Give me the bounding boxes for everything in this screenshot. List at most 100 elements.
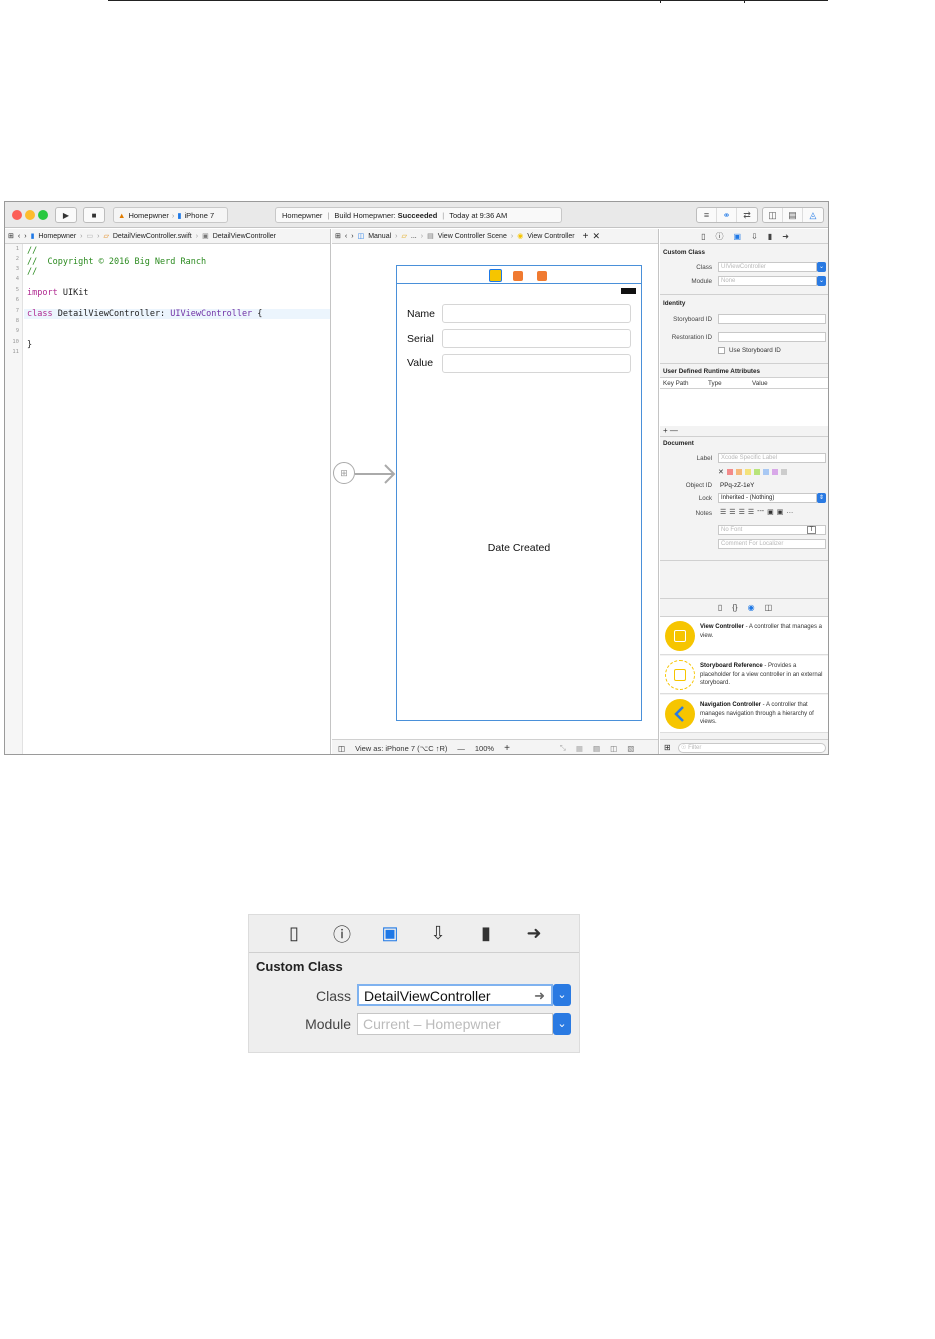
identity-inspector-icon[interactable]: ▣ [734,232,742,241]
runtime-attributes-table[interactable] [660,389,828,426]
back-icon[interactable]: ‹ [345,233,347,240]
no-color-icon[interactable]: ✕ [718,468,724,476]
related-items-icon[interactable]: ⊞ [8,232,14,240]
debug-toggle-icon[interactable]: ▤ [783,208,803,222]
dash-icon[interactable]: --- [757,508,764,516]
navigator-toggle-icon[interactable]: ◫ [763,208,783,222]
gray-swatch[interactable] [780,469,787,475]
class-field[interactable]: UIViewController [718,262,817,272]
purple-swatch[interactable] [771,469,778,475]
restoration-id-field[interactable] [718,332,826,342]
align-left-icon[interactable]: ☰ [720,508,726,516]
code-snippet-library-icon[interactable]: {} [732,603,737,612]
comment-field[interactable]: Comment For Localizer [718,539,826,549]
quick-help-icon[interactable]: ⓘ [328,921,356,947]
image-icon[interactable]: ▣ [777,508,784,516]
forward-icon[interactable]: › [24,233,26,240]
orange-swatch[interactable] [735,469,742,475]
quick-help-icon[interactable]: ⓘ [716,231,724,242]
storyboard-canvas[interactable]: ⊞ ‹ › ◫ Manual › ▱ ... › ▤ View Controll… [332,229,659,754]
module-field[interactable]: None [718,276,817,286]
color-picker-icon[interactable]: ▣ [767,508,774,516]
attributes-inspector-icon[interactable]: ⇩ [424,923,452,944]
label-color-swatches[interactable]: ✕ [718,468,787,476]
breadcrumb-ellipsis[interactable]: ... [411,233,417,240]
media-library-icon[interactable]: ◫ [765,603,773,612]
exit-icon[interactable] [537,271,547,281]
zoom-in-icon[interactable]: + [504,743,510,754]
resolve-issues-icon[interactable]: ▧ [627,744,634,753]
document-outline-toggle-icon[interactable]: ◫ [338,744,345,753]
view-controller-dock-icon[interactable] [489,269,502,282]
utilities-toggle-icon[interactable]: ◬ [803,208,823,222]
module-field[interactable]: Current – Homepwner [357,1013,553,1035]
forward-icon[interactable]: › [351,233,353,240]
module-dropdown-icon[interactable]: ⌄ [817,276,826,286]
xcode-label-field[interactable]: Xcode Specific Label [718,453,826,463]
breadcrumb-file[interactable]: DetailViewController.swift [113,233,192,240]
object-library-icon[interactable]: ◉ [748,603,755,612]
view-as-device[interactable]: View as: iPhone 7 (⌥C ↑R) [355,744,447,753]
view-controller-scene[interactable]: Name Serial Value Date Created [396,265,642,721]
class-field[interactable]: DetailViewController ➜ [357,984,553,1006]
update-frames-icon[interactable]: ⤡ [560,743,566,753]
lock-select[interactable]: Inherited - (Nothing) [718,493,817,503]
breadcrumb-class[interactable]: DetailViewController [213,233,276,240]
identity-inspector-icon[interactable]: ▣ [376,923,404,944]
class-dropdown-icon[interactable]: ⌄ [553,984,571,1006]
grid-view-icon[interactable]: ⊞ [664,743,671,752]
font-picker-icon[interactable]: T [807,526,816,534]
back-icon[interactable]: ‹ [18,233,20,240]
go-to-class-icon[interactable]: ➜ [534,986,545,1006]
library-item-navigation-controller[interactable]: Navigation Controller - A controller tha… [660,695,828,733]
scheme-selector[interactable]: ▲ Homepwner › ▮ iPhone 7 [113,207,228,223]
blue-swatch[interactable] [762,469,769,475]
zoom-out-icon[interactable]: — [457,744,465,753]
size-inspector-icon[interactable]: ▮ [768,232,772,241]
breadcrumb-project[interactable]: Homepwner [38,233,76,240]
align-center-icon[interactable]: ☰ [729,508,735,516]
align-icon[interactable]: ▤ [593,744,600,753]
stop-button[interactable]: ■ [83,207,105,223]
entry-point-icon[interactable]: ⊞ [333,462,355,484]
align-right-icon[interactable]: ☰ [739,508,745,516]
breadcrumb-scene[interactable]: View Controller Scene [438,233,507,240]
red-swatch[interactable] [726,469,733,475]
pin-icon[interactable]: ◫ [610,744,617,753]
serial-text-field[interactable] [442,329,631,348]
file-inspector-icon[interactable]: ▯ [280,923,308,944]
related-items-icon[interactable]: ⊞ [335,232,341,240]
version-editor-icon[interactable]: ⇄ [737,208,757,222]
embed-stack-icon[interactable]: ▦ [576,744,583,753]
assistant-editor-icon[interactable]: ⚭ [717,208,737,222]
code-editor[interactable]: ⊞ ‹ › ▮ Homepwner › ▭ › ▱ DetailViewCont… [5,229,331,754]
add-remove-attribute[interactable]: + — [663,426,678,435]
breadcrumb-manual[interactable]: Manual [368,233,391,240]
library-item-view-controller[interactable]: View Controller - A controller that mana… [660,617,828,655]
file-template-library-icon[interactable]: ▯ [718,603,722,612]
module-dropdown-icon[interactable]: ⌄ [553,1013,571,1035]
class-dropdown-icon[interactable]: ⌄ [817,262,826,272]
more-icon[interactable]: … [786,508,793,516]
attributes-inspector-icon[interactable]: ⇩ [751,232,758,241]
use-storyboard-id-checkbox[interactable] [718,347,725,354]
green-swatch[interactable] [753,469,760,475]
lock-dropdown-icon[interactable]: ⇕ [817,493,826,503]
justify-icon[interactable]: ☰ [748,508,754,516]
value-text-field[interactable] [442,354,631,373]
yellow-swatch[interactable] [744,469,751,475]
run-button[interactable]: ▶ [55,207,77,223]
connections-inspector-icon[interactable]: ➜ [520,923,548,944]
close-icon[interactable]: ✕ [592,231,600,242]
close-window-button[interactable] [12,210,22,220]
connections-inspector-icon[interactable]: ➜ [782,232,789,241]
first-responder-icon[interactable] [513,271,523,281]
filter-input[interactable]: ☉ Filter [678,743,826,753]
name-text-field[interactable] [442,304,631,323]
library-item-storyboard-reference[interactable]: Storyboard Reference - Provides a placeh… [660,656,828,694]
file-inspector-icon[interactable]: ▯ [701,232,705,241]
add-icon[interactable]: + [583,231,589,242]
breadcrumb-view-controller[interactable]: View Controller [527,233,574,240]
minimize-window-button[interactable] [25,210,35,220]
standard-editor-icon[interactable]: ≡ [697,208,717,222]
